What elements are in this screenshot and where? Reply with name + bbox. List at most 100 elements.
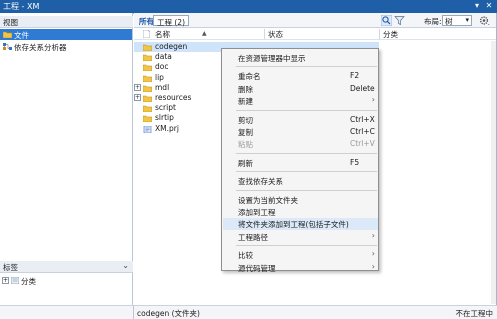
- file-name: mdl: [155, 82, 170, 92]
- labels-header-label: 标签: [3, 263, 18, 272]
- expand-icon[interactable]: +: [134, 83, 141, 91]
- menu-item-shortcut: F2: [350, 71, 360, 81]
- menu-item-shortcut: F5: [350, 157, 360, 167]
- submenu-arrow-icon: ›: [371, 249, 375, 259]
- folder-icon: [143, 54, 152, 62]
- menu-item-label: 添加到工程: [238, 208, 276, 217]
- vertical-scrollbar[interactable]: [491, 41, 496, 304]
- menu-item-label: 设置为当前文件夹: [238, 195, 298, 205]
- menu-item[interactable]: 重命名 F2: [223, 70, 378, 82]
- menu-item-label: 将文件夹添加到工程(包括子文件): [238, 220, 349, 230]
- submenu-arrow-icon: ›: [371, 261, 375, 271]
- file-name: script: [155, 103, 176, 113]
- layout-label: 布局:: [424, 17, 442, 26]
- file-type-icon: [143, 30, 150, 38]
- status-divider: [133, 306, 134, 319]
- folder-icon: [143, 75, 152, 82]
- layout-dropdown[interactable]: 树 ▾: [442, 15, 472, 26]
- view-item-label: 依存关系分析器: [14, 43, 67, 52]
- menu-item[interactable]: 新建 ›: [223, 95, 378, 107]
- column-divider[interactable]: [379, 29, 380, 39]
- status-bar: codegen (文件夹) 不在工程中: [0, 305, 497, 319]
- menu-separator: [236, 109, 377, 111]
- menu-item[interactable]: 将文件夹添加到工程(包括子文件): [223, 218, 378, 231]
- menu-item-label: 源代码管理: [238, 263, 276, 273]
- menu-item-shortcut: Ctrl+V: [350, 139, 375, 149]
- file-name: resources: [155, 93, 192, 102]
- menu-item-label: 在资源管理器中显示: [238, 54, 306, 63]
- menu-item[interactable]: 比较 ›: [223, 249, 378, 261]
- menu-separator: [236, 66, 377, 68]
- file-name: lip: [155, 72, 164, 82]
- title-bar: 工程 - XM ▾ ✕: [0, 0, 497, 13]
- expand-icon[interactable]: +: [134, 94, 141, 101]
- folder-icon: [143, 44, 152, 51]
- column-header: 名称 ▲ 状态 分类: [134, 28, 496, 40]
- project-file-icon: [143, 125, 152, 133]
- context-menu: 在资源管理器中显示 重命名 F2 删除 Delete 新建 › 剪切 Ctrl+X 复制 Ctrl+…: [221, 48, 379, 274]
- menu-item[interactable]: 删除 Delete: [223, 83, 378, 95]
- expand-icon[interactable]: +: [2, 277, 9, 284]
- menu-item[interactable]: 查找依存关系: [223, 175, 378, 187]
- folder-icon: [143, 85, 152, 92]
- folder-icon: [143, 95, 152, 102]
- menu-item[interactable]: 在资源管理器中显示: [223, 52, 378, 64]
- menu-item-shortcut: Ctrl+C: [350, 127, 375, 136]
- menu-item-label: 比较: [238, 251, 253, 261]
- label-tag-icon: [11, 277, 19, 284]
- menu-item-label: 刷新: [238, 158, 253, 168]
- file-name: doc: [155, 62, 169, 72]
- menu-item-label: 粘贴: [238, 140, 253, 150]
- column-category[interactable]: 分类: [383, 29, 398, 40]
- folder-icon: [143, 65, 152, 72]
- filter-toolbar: 所有 工程 (2) 布局: 树 ▾: [134, 13, 496, 28]
- status-selection: codegen (文件夹): [137, 309, 200, 318]
- close-button[interactable]: ✕: [484, 1, 494, 11]
- menu-item[interactable]: 源代码管理 ›: [223, 262, 378, 274]
- menu-item[interactable]: 刷新 F5: [223, 157, 378, 169]
- menu-item-label: 剪切: [238, 115, 253, 125]
- submenu-arrow-icon: ›: [371, 95, 375, 105]
- column-status[interactable]: 状态: [268, 29, 283, 40]
- column-name[interactable]: 名称: [155, 29, 170, 40]
- menu-item-shortcut: Delete: [350, 83, 375, 93]
- file-name: data: [155, 52, 172, 62]
- gear-icon[interactable]: [479, 15, 490, 26]
- dock-button[interactable]: ▾: [472, 1, 482, 11]
- view-item-dependency-analyzer[interactable]: 依存关系分析器: [0, 41, 132, 52]
- menu-item[interactable]: 设置为当前文件夹: [223, 194, 378, 206]
- label-item-text: 分类: [21, 277, 36, 286]
- file-name: slrtip: [155, 113, 174, 123]
- menu-item-label: 重命名: [238, 72, 261, 82]
- views-header-label: 视图: [3, 18, 18, 27]
- label-item-category[interactable]: + 分类: [0, 275, 132, 286]
- menu-item[interactable]: 工程路径 ›: [223, 231, 378, 243]
- menu-item-shortcut: Ctrl+X: [350, 114, 375, 124]
- view-item-label: 文件: [14, 31, 29, 40]
- menu-item[interactable]: 添加到工程: [223, 206, 378, 218]
- tab-project[interactable]: 工程 (2): [153, 15, 190, 27]
- views-header: 视图: [0, 16, 133, 28]
- menu-separator: [236, 245, 377, 247]
- menu-item: 粘贴 Ctrl+V: [223, 138, 378, 150]
- labels-header: 标签 ⌄: [0, 261, 133, 273]
- menu-item[interactable]: 复制 Ctrl+C: [223, 126, 378, 138]
- menu-item-label: 新建: [238, 97, 253, 107]
- menu-separator: [236, 152, 377, 154]
- filter-icon[interactable]: [394, 15, 405, 26]
- left-panel: 视图 文件 依存关系分析器 标签 ⌄ + 分类: [0, 13, 133, 305]
- view-item-files[interactable]: 文件: [0, 29, 132, 40]
- folder-icon: [143, 105, 152, 113]
- menu-separator: [236, 171, 377, 173]
- chevron-down-icon: ▾: [465, 16, 469, 24]
- search-icon[interactable]: [381, 15, 392, 26]
- column-divider[interactable]: [264, 29, 265, 39]
- status-project-membership: 不在工程中: [455, 309, 494, 318]
- folder-icon: [3, 31, 12, 38]
- menu-item-label: 查找依存关系: [238, 177, 283, 187]
- chevron-down-icon[interactable]: ⌄: [122, 261, 129, 270]
- menu-item-label: 工程路径: [238, 232, 268, 242]
- menu-item[interactable]: 剪切 Ctrl+X: [223, 114, 378, 126]
- layout-value: 树: [445, 17, 453, 26]
- file-name: codegen: [155, 42, 188, 51]
